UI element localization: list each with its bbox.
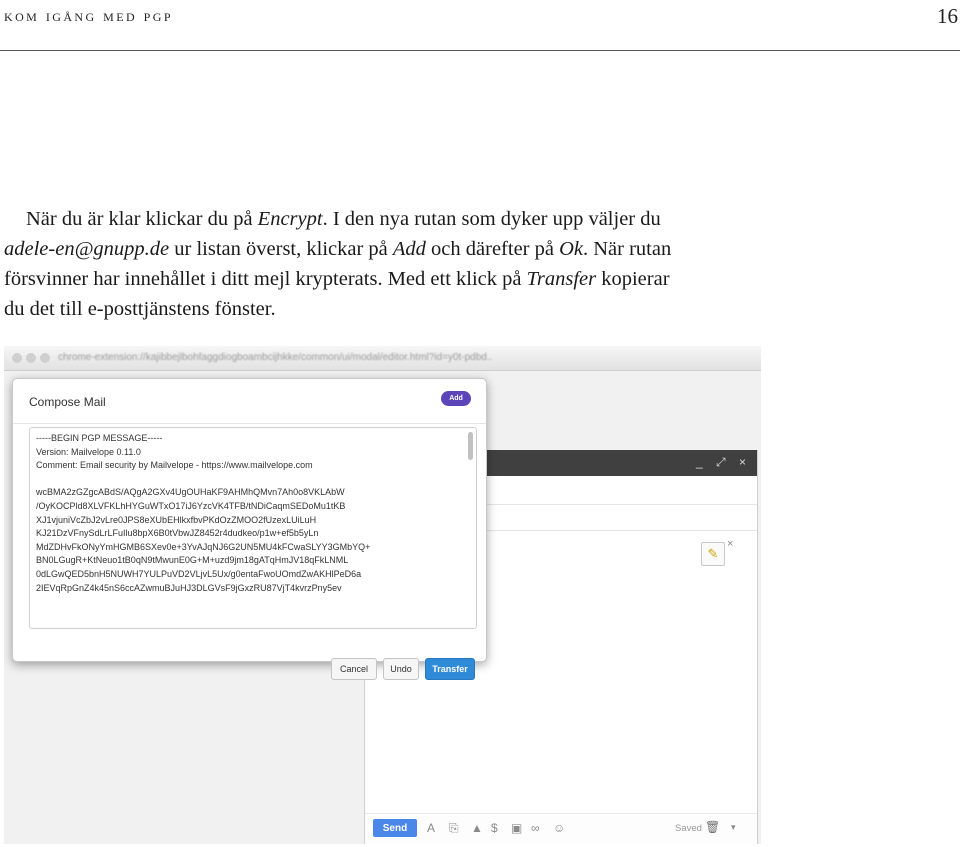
- close-dot-icon: [12, 353, 22, 363]
- armor-line: MdZDHvFkONyYmHGMB6SXev0e+3YvAJqNJ6G2UN5M…: [36, 541, 371, 552]
- body-paragraph: När du är klar klickar du på Encrypt. I …: [4, 204, 794, 324]
- text-span: . I den nya rutan som dyker upp väljer d…: [322, 208, 661, 230]
- armor-line: /OyKOCPld8XLVFKLhHYGuWTxO17iJ6YzcVK4TFB/…: [36, 500, 346, 511]
- minimize-dot-icon: [26, 353, 36, 363]
- attach-icon[interactable]: ⎘: [449, 821, 459, 836]
- text-span: och därefter på: [425, 238, 560, 260]
- gmail-compose-toolbar: Send A ⎘ ▲ $ ▣ ∞ ☺ Saved 🗑 ▾: [365, 813, 757, 844]
- armor-line: Version: Mailvelope 0.11.0: [36, 446, 141, 457]
- encrypt-term: Encrypt: [257, 208, 323, 230]
- add-term: Add: [392, 238, 426, 260]
- window-controls-icon[interactable]: _ ⤢ ×: [696, 455, 751, 470]
- armor-line: KJ21DzVFnySdLrLFuIlu8bpX6B0tVbwJZ8452r4d…: [36, 528, 319, 539]
- link-icon[interactable]: ∞: [531, 821, 540, 835]
- undo-button[interactable]: Undo: [383, 658, 419, 680]
- page-number: 16: [937, 4, 958, 28]
- modal-divider: [13, 423, 486, 424]
- paragraph-line-3: försvinner har innehållet i ditt mejl kr…: [4, 264, 794, 294]
- armor-line: Comment: Email security by Mailvelope - …: [36, 460, 313, 471]
- text-span: När du är klar klickar du på: [26, 208, 258, 230]
- mailvelope-editor-icon[interactable]: ✎: [701, 542, 725, 566]
- encrypted-message-textarea[interactable]: -----BEGIN PGP MESSAGE----- Version: Mail…: [29, 427, 477, 629]
- header-rule: [0, 50, 960, 51]
- browser-titlebar: chrome-extension://kajibbejlbohfaggdiogb…: [4, 346, 761, 371]
- more-options-icon[interactable]: ▾: [731, 822, 736, 833]
- armor-line: 0dLGwQED5bnH5NUWH7YULPuVD2VLjvL5Ux/g0ent…: [36, 568, 362, 579]
- text-span: ur listan överst, klickar på: [169, 238, 393, 260]
- text-span: försvinner har innehållet i ditt mejl kr…: [4, 268, 527, 290]
- drive-icon[interactable]: ▲: [471, 821, 483, 835]
- saved-status: Saved: [675, 823, 702, 834]
- text-span: . När rutan: [583, 238, 672, 260]
- modal-title: Compose Mail: [29, 395, 106, 409]
- paragraph-line-4: du det till e-posttjänstens fönster.: [4, 298, 276, 320]
- extension-url: chrome-extension://kajibbejlbohfaggdiogb…: [58, 352, 493, 363]
- close-icon[interactable]: ×: [727, 538, 733, 550]
- add-key-button[interactable]: Add: [441, 391, 471, 406]
- paragraph-line-1: När du är klar klickar du på Encrypt. I …: [4, 204, 794, 234]
- armor-line: -----BEGIN PGP MESSAGE-----: [36, 433, 163, 443]
- armor-line: 2IEVqRpGnZ4k45nS6ccAZwmuBJuHJ3DLGVsF9jGx…: [36, 582, 342, 593]
- formatting-icon[interactable]: A: [427, 821, 435, 835]
- armor-line: BN0LGugR+KtNeuo1tB0qN9tMwunE0G+M+uzd9jm1…: [36, 555, 349, 566]
- emoji-icon[interactable]: ☺: [553, 821, 565, 835]
- cancel-button[interactable]: Cancel: [331, 658, 377, 680]
- running-head: kom igång med pgp: [4, 6, 173, 25]
- armor-line: wcBMA2zGZgcABdS/AQgA2GXv4UgOUHaKF9AHMhQM…: [36, 487, 345, 498]
- photo-icon[interactable]: ▣: [511, 821, 522, 835]
- mailvelope-screenshot: chrome-extension://kajibbejlbohfaggdiogb…: [4, 346, 761, 844]
- scrollbar-thumb[interactable]: [468, 432, 473, 460]
- trash-icon[interactable]: 🗑: [705, 820, 720, 834]
- text-span: kopierar: [596, 268, 670, 290]
- ok-term: Ok: [559, 238, 583, 260]
- transfer-button[interactable]: Transfer: [425, 658, 475, 680]
- armor-line: XJ1vjuniVcZbJ2vLre0JPS8eXUbEHlkxfbvPKdOz…: [36, 514, 317, 525]
- zoom-dot-icon: [40, 353, 50, 363]
- email-address: adele-en@gnupp.de: [4, 238, 170, 260]
- transfer-term: Transfer: [526, 268, 597, 290]
- paragraph-line-2: adele-en@gnupp.de ur listan överst, klic…: [4, 234, 794, 264]
- money-icon[interactable]: $: [491, 821, 498, 835]
- armor-text: -----BEGIN PGP MESSAGE----- Version: Mail…: [30, 432, 370, 595]
- armor-line: [30, 473, 370, 487]
- compose-mail-modal: Compose Mail Add -----BEGIN PGP MESSAGE-…: [12, 378, 487, 680]
- send-button[interactable]: Send: [373, 819, 417, 837]
